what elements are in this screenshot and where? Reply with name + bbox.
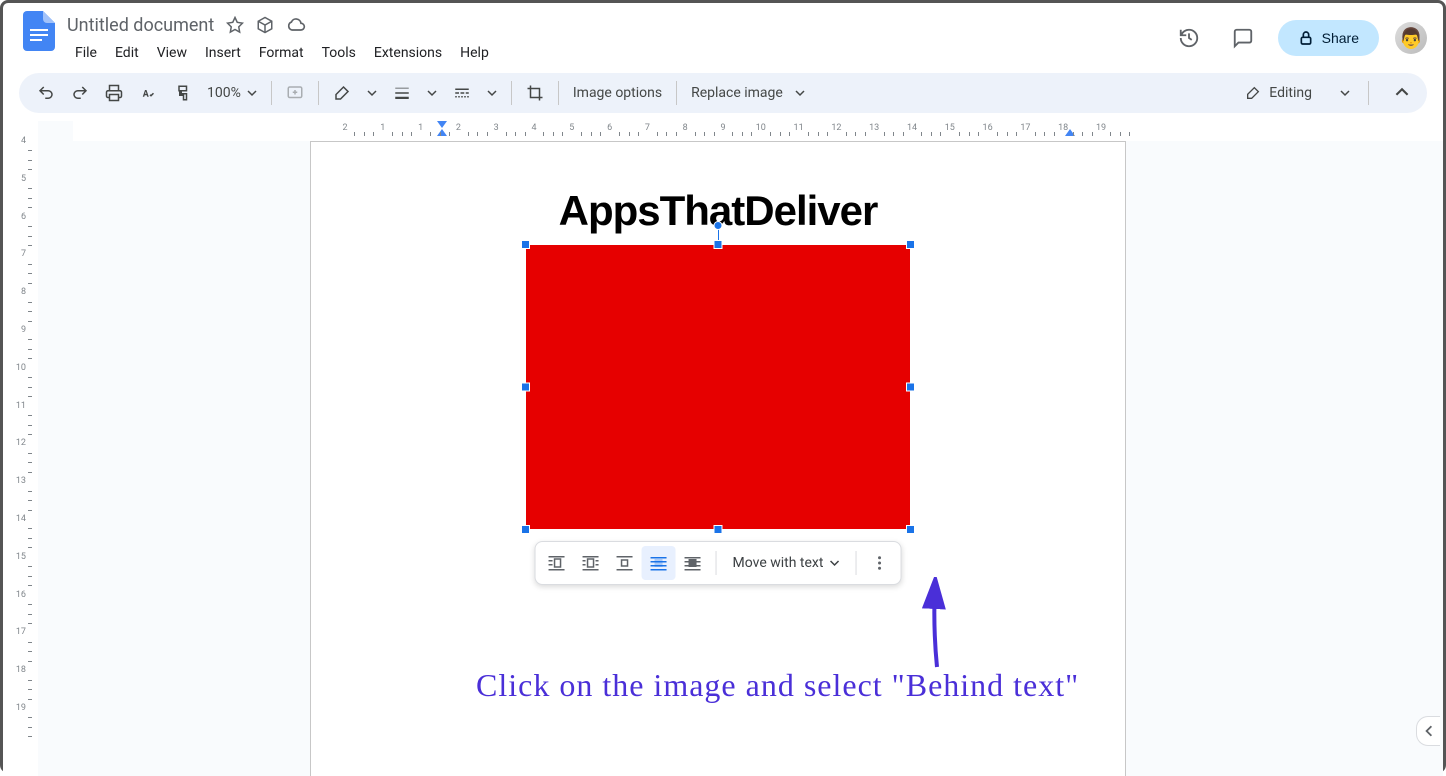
border-dash-button[interactable] [447, 79, 477, 107]
wrap-behind-text-button[interactable] [642, 546, 676, 580]
resize-handle-sw[interactable] [521, 525, 530, 534]
share-label: Share [1322, 30, 1359, 46]
menu-insert[interactable]: Insert [197, 41, 249, 65]
menu-file[interactable]: File [67, 41, 105, 65]
add-comment-button[interactable] [280, 79, 310, 107]
wrap-break-button[interactable] [608, 546, 642, 580]
image-position-toolbar: Move with text [535, 541, 902, 585]
image-options-button[interactable]: Image options [567, 85, 668, 101]
docs-logo[interactable] [19, 11, 59, 51]
replace-image-button[interactable]: Replace image [685, 85, 789, 101]
border-weight-dropdown[interactable] [421, 79, 443, 107]
menu-extensions[interactable]: Extensions [366, 41, 450, 65]
resize-handle-ne[interactable] [906, 240, 915, 249]
border-weight-button[interactable] [387, 79, 417, 107]
resize-handle-w[interactable] [521, 383, 530, 392]
toolbar: 100% Image options Replace image Editing [19, 73, 1427, 113]
history-icon[interactable] [1170, 19, 1208, 57]
rotate-handle[interactable] [714, 221, 723, 230]
wrap-inline-button[interactable] [540, 546, 574, 580]
more-options-button[interactable] [862, 546, 896, 580]
undo-button[interactable] [31, 79, 61, 107]
resize-handle-s[interactable] [714, 525, 723, 534]
resize-handle-nw[interactable] [521, 240, 530, 249]
menu-help[interactable]: Help [452, 41, 497, 65]
document-title[interactable]: Untitled document [67, 15, 214, 36]
redo-button[interactable] [65, 79, 95, 107]
editing-mode-button[interactable]: Editing [1235, 79, 1360, 107]
border-dropdown[interactable] [361, 79, 383, 107]
horizontal-ruler: 2112345678910111213141516171819 [73, 121, 1443, 141]
wrap-front-text-button[interactable] [676, 546, 710, 580]
border-color-button[interactable] [327, 79, 357, 107]
star-icon[interactable] [226, 16, 244, 34]
vertical-ruler: 45678910111213141516171819 [3, 121, 38, 776]
resize-handle-se[interactable] [906, 525, 915, 534]
spellcheck-button[interactable] [133, 79, 163, 107]
menu-view[interactable]: View [149, 41, 195, 65]
wrap-text-button[interactable] [574, 546, 608, 580]
collapse-toolbar-button[interactable] [1389, 78, 1415, 109]
comments-icon[interactable] [1224, 19, 1262, 57]
crop-button[interactable] [520, 79, 550, 107]
paint-format-button[interactable] [167, 79, 197, 107]
zoom-dropdown[interactable]: 100% [201, 81, 263, 105]
resize-handle-e[interactable] [906, 383, 915, 392]
menu-tools[interactable]: Tools [314, 41, 364, 65]
border-dash-dropdown[interactable] [481, 79, 503, 107]
annotation-arrow [919, 577, 959, 677]
account-avatar[interactable]: 👨 [1395, 22, 1427, 54]
document-page[interactable]: AppsThatDeliver [310, 141, 1126, 776]
annotation-text: Click on the image and select "Behind te… [476, 667, 1079, 704]
selected-image[interactable] [526, 245, 910, 529]
menu-bar: File Edit View Insert Format Tools Exten… [67, 41, 1170, 65]
share-button[interactable]: Share [1278, 20, 1379, 56]
menu-edit[interactable]: Edit [107, 41, 147, 65]
resize-handle-n[interactable] [714, 240, 723, 249]
show-side-panel-button[interactable] [1416, 716, 1440, 746]
cloud-status-icon[interactable] [286, 15, 306, 35]
print-button[interactable] [99, 79, 129, 107]
menu-format[interactable]: Format [251, 41, 312, 65]
move-with-text-button[interactable]: Move with text [723, 549, 850, 577]
move-icon[interactable] [256, 16, 274, 34]
